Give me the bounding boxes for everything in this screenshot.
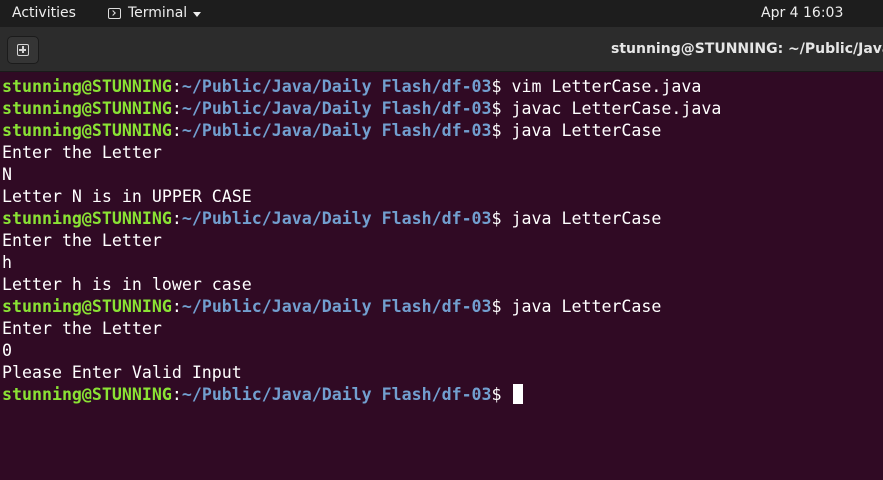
command-text: java LetterCase xyxy=(511,121,662,140)
prompt-path: ~/Public/Java/Daily Flash/df-03 xyxy=(181,121,492,140)
prompt-path: ~/Public/Java/Daily Flash/df-03 xyxy=(181,385,492,404)
prompt-colon: : xyxy=(171,121,182,140)
window-title: stunning@STUNNING: ~/Public/Java/Da xyxy=(611,41,883,57)
prompt-colon: : xyxy=(171,297,182,316)
prompt-dollar: $ xyxy=(491,297,512,316)
output-line: Enter the Letter xyxy=(2,142,721,164)
prompt-dollar: $ xyxy=(491,385,512,404)
prompt-path: ~/Public/Java/Daily Flash/df-03 xyxy=(181,209,492,228)
terminal-lines: stunning@STUNNING:~/Public/Java/Daily Fl… xyxy=(2,76,721,406)
output-text: Enter the Letter xyxy=(2,319,162,338)
output-line: N xyxy=(2,164,721,186)
prompt-user-host: stunning@STUNNING xyxy=(2,99,172,118)
command-text: java LetterCase xyxy=(511,297,662,316)
chevron-down-icon xyxy=(193,11,202,17)
prompt-colon: : xyxy=(171,209,182,228)
output-text: Enter the Letter xyxy=(2,143,162,162)
prompt-dollar: $ xyxy=(491,121,512,140)
prompt-line: stunning@STUNNING:~/Public/Java/Daily Fl… xyxy=(2,384,721,406)
prompt-dollar: $ xyxy=(491,209,512,228)
prompt-line: stunning@STUNNING:~/Public/Java/Daily Fl… xyxy=(2,76,721,98)
prompt-dollar: $ xyxy=(491,99,512,118)
output-line: h xyxy=(2,252,721,274)
output-line: 0 xyxy=(2,340,721,362)
terminal-icon xyxy=(108,7,121,19)
output-text: Enter the Letter xyxy=(2,231,162,250)
prompt-colon: : xyxy=(171,385,182,404)
prompt-line: stunning@STUNNING:~/Public/Java/Daily Fl… xyxy=(2,208,721,230)
output-line: Please Enter Valid Input xyxy=(2,362,721,384)
prompt-user-host: stunning@STUNNING xyxy=(2,297,172,316)
command-text: java LetterCase xyxy=(511,209,662,228)
terminal-header-bar: stunning@STUNNING: ~/Public/Java/Da xyxy=(0,27,883,72)
prompt-dollar: $ xyxy=(491,77,512,96)
prompt-colon: : xyxy=(171,99,182,118)
prompt-path: ~/Public/Java/Daily Flash/df-03 xyxy=(181,297,492,316)
new-tab-button[interactable] xyxy=(7,36,39,64)
prompt-line: stunning@STUNNING:~/Public/Java/Daily Fl… xyxy=(2,296,721,318)
new-tab-icon xyxy=(17,44,29,56)
output-text: Letter N is in UPPER CASE xyxy=(2,187,252,206)
prompt-colon: : xyxy=(171,77,182,96)
output-line: Letter N is in UPPER CASE xyxy=(2,186,721,208)
output-text: N xyxy=(2,165,12,184)
output-line: Letter h is in lower case xyxy=(2,274,721,296)
prompt-line: stunning@STUNNING:~/Public/Java/Daily Fl… xyxy=(2,120,721,142)
prompt-line: stunning@STUNNING:~/Public/Java/Daily Fl… xyxy=(2,98,721,120)
output-text: h xyxy=(2,253,12,272)
prompt-user-host: stunning@STUNNING xyxy=(2,121,172,140)
output-text: 0 xyxy=(2,341,12,360)
app-menu-label: Terminal xyxy=(128,5,188,21)
output-text: Please Enter Valid Input xyxy=(2,363,242,382)
prompt-user-host: stunning@STUNNING xyxy=(2,209,172,228)
output-line: Enter the Letter xyxy=(2,230,721,252)
text-cursor xyxy=(512,384,523,404)
command-text: javac LetterCase.java xyxy=(511,99,722,118)
command-text: vim LetterCase.java xyxy=(511,77,702,96)
clock[interactable]: Apr 4 16:03 xyxy=(761,5,843,21)
prompt-path: ~/Public/Java/Daily Flash/df-03 xyxy=(181,77,492,96)
output-text: Letter h is in lower case xyxy=(2,275,252,294)
activities-button[interactable]: Activities xyxy=(12,5,76,21)
prompt-user-host: stunning@STUNNING xyxy=(2,385,172,404)
prompt-user-host: stunning@STUNNING xyxy=(2,77,172,96)
prompt-path: ~/Public/Java/Daily Flash/df-03 xyxy=(181,99,492,118)
terminal-output[interactable]: stunning@STUNNING:~/Public/Java/Daily Fl… xyxy=(0,72,883,480)
app-menu-button[interactable]: Terminal xyxy=(108,5,202,21)
system-top-bar: Activities Terminal Apr 4 16:03 xyxy=(0,0,883,27)
output-line: Enter the Letter xyxy=(2,318,721,340)
